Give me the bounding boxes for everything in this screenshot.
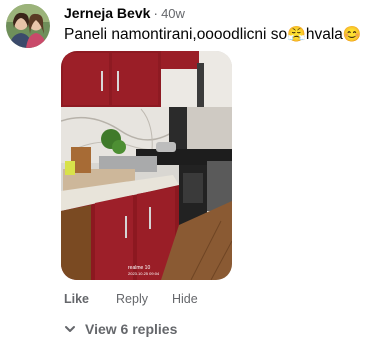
reply-button[interactable]: Reply — [116, 292, 148, 306]
view-replies-button[interactable]: View 6 replies — [64, 321, 177, 337]
separator-dot: · — [153, 5, 159, 21]
smiling-face-emoji-icon: 😊 — [342, 26, 362, 43]
view-replies-label: View 6 replies — [85, 321, 178, 337]
comment-header: Jerneja Bevk · 40w — [64, 5, 185, 21]
comment-text-2: hvala — [305, 26, 343, 43]
avatar-image — [6, 4, 50, 48]
author-name[interactable]: Jerneja Bevk — [64, 5, 150, 21]
comment-actions: Like Reply Hide — [64, 292, 198, 306]
avatar[interactable] — [6, 4, 50, 48]
comment-photo[interactable]: realme 10 2023.10.25 09:04 — [61, 51, 232, 280]
hide-button[interactable]: Hide — [172, 292, 198, 306]
steam-face-emoji-icon: 😤 — [287, 26, 306, 43]
comment-text: Paneli namontirani,oooodlicni so — [64, 26, 288, 43]
like-button[interactable]: Like — [64, 292, 89, 306]
comment-body: Paneli namontirani,oooodlicni so😤hvala😊 — [64, 25, 362, 44]
chevron-down-icon — [65, 326, 75, 332]
comment-timestamp[interactable]: 40w — [161, 6, 185, 21]
watermark-line2: 2023.10.25 09:04 — [128, 271, 160, 276]
kitchen-photo: realme 10 2023.10.25 09:04 — [61, 51, 232, 280]
